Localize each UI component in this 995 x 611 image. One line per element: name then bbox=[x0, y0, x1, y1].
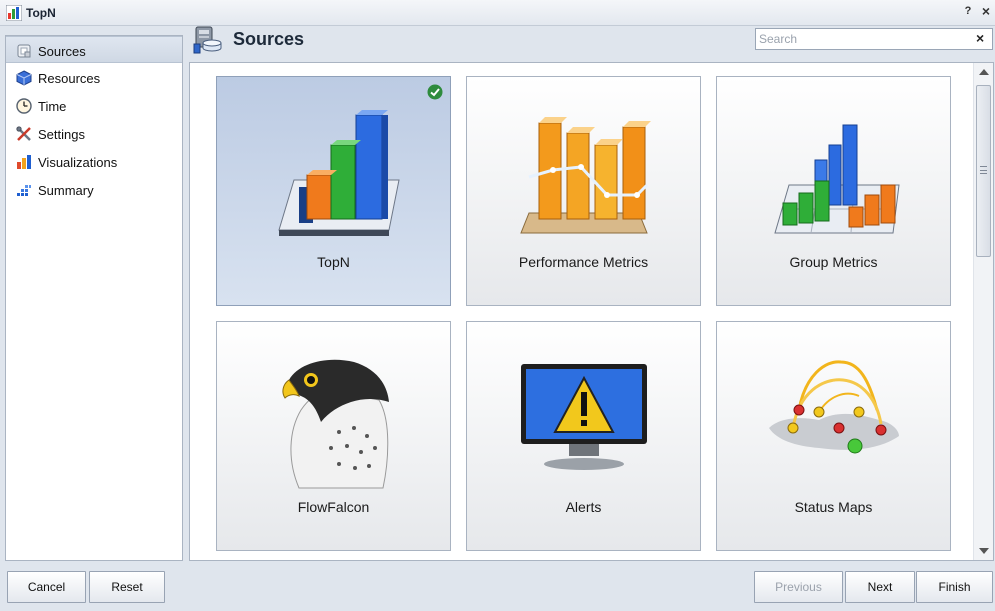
reset-button[interactable]: Reset bbox=[89, 571, 165, 603]
tile-group-metrics[interactable]: Group Metrics bbox=[716, 76, 951, 306]
performance-metrics-chart-icon bbox=[520, 117, 651, 234]
page-title: Sources bbox=[233, 29, 305, 49]
settings-tools-icon bbox=[16, 126, 31, 141]
status-map-icon bbox=[769, 360, 899, 454]
sidebar-item-summary[interactable]: Summary bbox=[6, 176, 182, 203]
vertical-scrollbar[interactable] bbox=[973, 63, 993, 560]
tile-label: Alerts bbox=[565, 499, 602, 515]
clock-icon bbox=[16, 98, 32, 114]
tile-flowfalcon[interactable]: FlowFalcon bbox=[216, 321, 451, 551]
sidebar-item-label: Time bbox=[38, 99, 67, 114]
visualizations-chart-icon bbox=[17, 155, 31, 169]
scroll-up-arrow-icon[interactable] bbox=[979, 69, 989, 75]
alert-monitor-icon bbox=[521, 364, 647, 470]
search-box: × bbox=[755, 28, 993, 50]
close-window-button[interactable]: × bbox=[980, 3, 992, 19]
checkmark-icon bbox=[427, 84, 443, 100]
scrollbar-thumb[interactable] bbox=[976, 85, 991, 257]
app-bar-chart-icon bbox=[6, 5, 22, 21]
sources-database-icon bbox=[193, 26, 222, 54]
sidebar-item-sources[interactable]: Sources bbox=[6, 36, 182, 63]
group-metrics-chart-icon bbox=[774, 124, 900, 234]
search-input[interactable] bbox=[759, 31, 969, 47]
sidebar-item-time[interactable]: Time bbox=[6, 92, 182, 119]
finish-button[interactable]: Finish bbox=[916, 571, 993, 603]
grip-icon bbox=[980, 166, 987, 174]
falcon-icon bbox=[282, 359, 389, 489]
scroll-down-arrow-icon[interactable] bbox=[979, 548, 989, 554]
sidebar-item-label: Summary bbox=[38, 183, 94, 198]
tile-label: Group Metrics bbox=[789, 254, 878, 270]
title-bar: TopN ? × bbox=[0, 0, 995, 26]
sources-gallery: TopN Performance Metrics Group Metrics F… bbox=[189, 62, 994, 561]
sidebar-item-label: Settings bbox=[38, 127, 85, 142]
sidebar-item-label: Visualizations bbox=[38, 155, 118, 170]
topn-bar-chart-icon bbox=[278, 110, 400, 236]
tile-alerts[interactable]: Alerts bbox=[466, 321, 701, 551]
search-clear-button[interactable]: × bbox=[976, 30, 984, 46]
sidebar-item-visualizations[interactable]: Visualizations bbox=[6, 148, 182, 175]
previous-button[interactable]: Previous bbox=[754, 571, 843, 603]
sidebar-item-label: Resources bbox=[38, 71, 101, 86]
tile-topn[interactable]: TopN bbox=[216, 76, 451, 306]
app-title: TopN bbox=[26, 6, 56, 20]
tile-label: Performance Metrics bbox=[518, 254, 649, 270]
sidebar-nav: Sources Resources Time Settings Visualiz… bbox=[5, 35, 183, 561]
tile-status-maps[interactable]: Status Maps bbox=[716, 321, 951, 551]
resources-icon bbox=[16, 70, 32, 86]
help-button[interactable]: ? bbox=[962, 5, 974, 17]
cancel-button[interactable]: Cancel bbox=[7, 571, 86, 603]
sidebar-item-resources[interactable]: Resources bbox=[6, 64, 182, 91]
tile-performance-metrics[interactable]: Performance Metrics bbox=[466, 76, 701, 306]
next-button[interactable]: Next bbox=[845, 571, 915, 603]
tile-label: TopN bbox=[317, 254, 350, 270]
tile-label: Status Maps bbox=[794, 499, 873, 515]
summary-icon bbox=[17, 185, 31, 196]
sources-icon bbox=[17, 44, 31, 58]
sidebar-item-label: Sources bbox=[38, 44, 86, 59]
tile-label: FlowFalcon bbox=[297, 499, 370, 515]
sidebar-item-settings[interactable]: Settings bbox=[6, 120, 182, 147]
